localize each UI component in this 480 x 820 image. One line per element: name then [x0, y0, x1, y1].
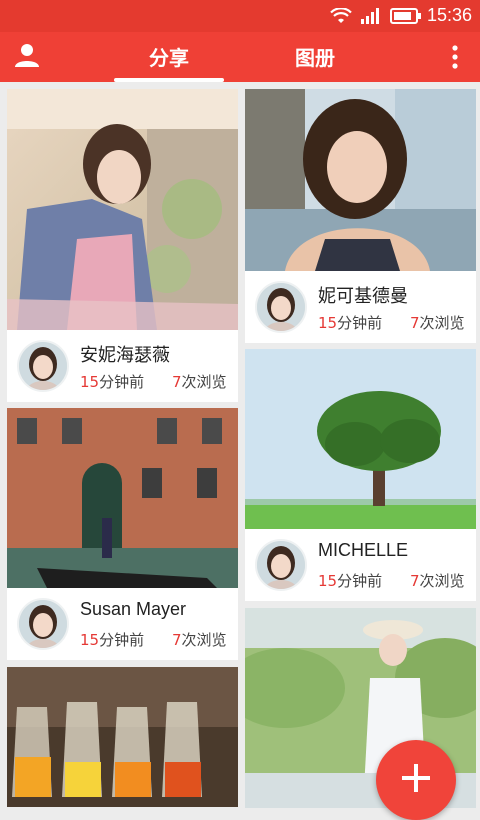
avatar[interactable] — [255, 281, 307, 333]
plus-icon — [402, 764, 430, 792]
card-info: Susan Mayer 15分钟前 7次浏览 — [7, 588, 238, 660]
person-icon[interactable] — [14, 42, 40, 70]
status-bar: 15:36 — [0, 0, 480, 32]
user-name: Susan Mayer — [80, 599, 187, 619]
user-name: MICHELLE — [318, 540, 409, 560]
photo-grid: 安妮海瑟薇 15分钟前 7次浏览 妮可基德曼 15分钟前 7次浏览 Susan … — [0, 82, 480, 808]
time-ago: 15分钟前 — [80, 373, 145, 391]
photo-card[interactable]: Susan Mayer 15分钟前 7次浏览 — [7, 408, 238, 660]
photo-image — [7, 89, 238, 330]
card-info: 妮可基德曼 15分钟前 7次浏览 — [245, 271, 476, 343]
battery-icon — [390, 8, 421, 24]
clock: 15:36 — [426, 5, 472, 25]
signal-icon — [361, 8, 379, 24]
avatar[interactable] — [255, 539, 307, 591]
photo-image — [7, 408, 238, 588]
user-name: 安妮海瑟薇 — [80, 345, 170, 365]
wifi-icon — [330, 8, 352, 23]
time-ago: 15分钟前 — [318, 572, 383, 590]
photo-image — [245, 349, 476, 529]
card-info: MICHELLE 15分钟前 7次浏览 — [245, 529, 476, 601]
time-ago: 15分钟前 — [80, 631, 145, 649]
view-count: 7次浏览 — [172, 373, 227, 391]
avatar[interactable] — [17, 340, 69, 392]
photo-card[interactable] — [7, 667, 238, 807]
photo-card[interactable]: 安妮海瑟薇 15分钟前 7次浏览 — [7, 89, 238, 402]
tab-share[interactable]: 分享 — [114, 42, 224, 71]
user-name: 妮可基德曼 — [318, 286, 408, 306]
add-button[interactable] — [376, 740, 456, 820]
view-count: 7次浏览 — [410, 314, 465, 332]
photo-card[interactable]: 妮可基德曼 15分钟前 7次浏览 — [245, 89, 476, 343]
card-info: 安妮海瑟薇 15分钟前 7次浏览 — [7, 330, 238, 402]
photo-image — [245, 89, 476, 271]
view-count: 7次浏览 — [172, 631, 227, 649]
avatar[interactable] — [17, 598, 69, 650]
time-ago: 15分钟前 — [318, 314, 383, 332]
view-count: 7次浏览 — [410, 572, 465, 590]
more-vert-icon[interactable] — [450, 44, 460, 70]
photo-card[interactable]: MICHELLE 15分钟前 7次浏览 — [245, 349, 476, 601]
tab-album[interactable]: 图册 — [260, 42, 370, 71]
photo-image — [7, 667, 238, 807]
app-bar: 分享 图册 — [0, 32, 480, 82]
